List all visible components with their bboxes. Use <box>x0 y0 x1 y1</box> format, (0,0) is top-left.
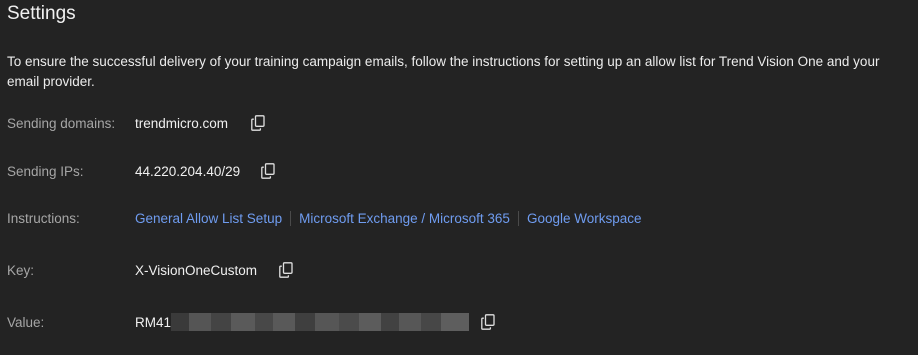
key-label: Key: <box>7 262 35 278</box>
copy-icon <box>251 115 265 131</box>
copy-value-button[interactable] <box>479 312 497 332</box>
sending-ips-row: Sending IPs: 44.220.204.40/29 <box>7 160 277 182</box>
copy-sending-ips-button[interactable] <box>259 161 277 181</box>
link-separator <box>517 210 519 226</box>
key-value: X-VisionOneCustom <box>135 262 258 278</box>
intro-text: To ensure the successful delivery of you… <box>7 54 880 89</box>
microsoft-exchange-link[interactable]: Microsoft Exchange / Microsoft 365 <box>299 211 510 226</box>
value-row: Value: RM41 <box>7 311 497 333</box>
page-title: Settings <box>7 3 76 24</box>
copy-sending-domains-button[interactable] <box>249 113 267 133</box>
link-separator <box>290 210 292 226</box>
sending-domains-row: Sending domains: trendmicro.com <box>7 112 267 134</box>
copy-key-button[interactable] <box>277 260 295 280</box>
general-allow-list-link[interactable]: General Allow List Setup <box>135 211 282 226</box>
value-label: Value: <box>7 314 45 330</box>
google-workspace-link[interactable]: Google Workspace <box>527 211 642 226</box>
sending-ips-value: 44.220.204.40/29 <box>135 163 241 179</box>
key-row: Key: X-VisionOneCustom <box>7 259 295 281</box>
sending-ips-label: Sending IPs: <box>7 163 84 179</box>
copy-icon <box>279 262 293 278</box>
instructions-label: Instructions: <box>7 210 80 226</box>
value-value: RM41 <box>135 314 172 330</box>
instructions-row: Instructions: General Allow List Setup M… <box>7 207 642 229</box>
copy-icon <box>481 314 495 330</box>
sending-domains-value: trendmicro.com <box>135 115 229 131</box>
redacted-value <box>171 313 470 331</box>
copy-icon <box>261 163 275 179</box>
sending-domains-label: Sending domains: <box>7 115 116 131</box>
